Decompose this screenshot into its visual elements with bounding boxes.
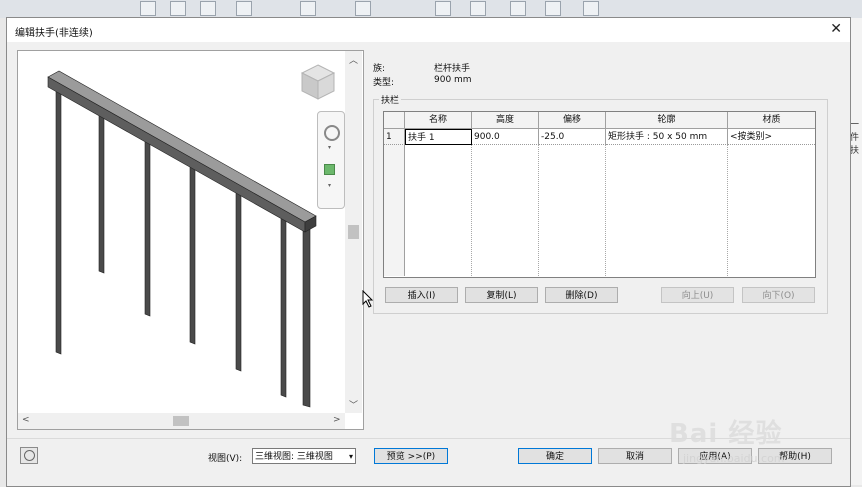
railing-post xyxy=(98,110,105,274)
ribbon-icon xyxy=(583,1,599,16)
baidu-watermark: Bai 经验 xyxy=(669,419,783,449)
navigation-bar: ▾ ▾ xyxy=(317,111,345,209)
grid-column-line xyxy=(605,145,606,276)
chevron-down-icon: ▾ xyxy=(348,452,353,461)
railing-post xyxy=(302,226,311,408)
family-value: 栏杆扶手 xyxy=(434,64,471,74)
column-header-offset[interactable]: 偏移 xyxy=(539,112,606,129)
scroll-right-arrow-icon[interactable]: > xyxy=(333,415,341,425)
scroll-left-arrow-icon[interactable]: < xyxy=(22,415,30,425)
horizontal-scroll-thumb[interactable] xyxy=(173,416,189,426)
scroll-down-arrow-icon[interactable]: ﹀ xyxy=(349,398,358,411)
ribbon-icon xyxy=(355,1,371,16)
grid-column-line xyxy=(471,145,472,276)
edit-railing-dialog: 编辑扶手(非连续) ✕ ▾ ▾ ︿ ﹀ < > 族: 栏杆扶手 类型: 900 … xyxy=(6,17,851,487)
ok-button[interactable]: 确定 xyxy=(518,448,592,464)
ribbon-icon xyxy=(236,1,252,16)
baidu-watermark-url: jingyan.baidu.com xyxy=(683,452,785,465)
cell-material[interactable]: <按类别> xyxy=(728,129,815,145)
chevron-down-icon[interactable]: ▾ xyxy=(328,182,331,189)
railing-post xyxy=(144,136,151,317)
column-header-height[interactable]: 高度 xyxy=(472,112,539,129)
railing-post xyxy=(55,86,62,355)
grid-column-line xyxy=(727,145,728,276)
preview-horizontal-scrollbar[interactable]: < > xyxy=(18,413,345,429)
background-ribbon xyxy=(0,0,862,18)
type-label: 类型: xyxy=(373,78,395,88)
steering-wheel-icon[interactable] xyxy=(324,125,340,141)
view-select[interactable]: 三维视图: 三维视图 ▾ xyxy=(252,448,356,464)
insert-button[interactable]: 插入(I) xyxy=(385,287,458,303)
cell-name[interactable]: 扶手 1 xyxy=(405,129,472,145)
chevron-down-icon[interactable]: ▾ xyxy=(328,144,331,151)
view-label: 视图(V): xyxy=(208,454,243,464)
ribbon-icon xyxy=(200,1,216,16)
delete-button[interactable]: 删除(D) xyxy=(545,287,618,303)
type-value: 900 mm xyxy=(434,75,472,85)
ribbon-icon xyxy=(300,1,316,16)
move-up-button[interactable]: 向上(U) xyxy=(661,287,734,303)
railing-post xyxy=(189,162,196,345)
vertical-scroll-thumb[interactable] xyxy=(348,225,359,239)
preview-toggle-icon[interactable] xyxy=(20,447,38,464)
column-header-material[interactable]: 材质 xyxy=(728,112,815,129)
railing-3d-preview xyxy=(47,70,317,408)
top-rail-top-face xyxy=(47,70,317,223)
top-rail-side-face xyxy=(47,76,306,233)
preview-button[interactable]: 预览 >>(P) xyxy=(374,448,448,464)
row-header-column xyxy=(384,129,405,276)
zoom-icon[interactable] xyxy=(324,164,335,175)
rails-table[interactable]: 名称 高度 偏移 轮廓 材质 1 扶手 1 900.0 -25.0 矩形扶手 :… xyxy=(383,111,816,278)
view-select-value: 三维视图: 三维视图 xyxy=(255,452,333,462)
corner-header xyxy=(384,112,405,129)
scroll-up-arrow-icon[interactable]: ︿ xyxy=(349,53,358,66)
ribbon-icon xyxy=(170,1,186,16)
mouse-cursor-icon xyxy=(362,290,374,308)
family-label: 族: xyxy=(373,64,386,74)
dialog-titlebar: 编辑扶手(非连续) ✕ xyxy=(7,18,850,42)
ribbon-icon xyxy=(545,1,561,16)
preview-vertical-scrollbar[interactable]: ︿ ﹀ xyxy=(345,51,362,413)
ribbon-icon xyxy=(435,1,451,16)
copy-button[interactable]: 复制(L) xyxy=(465,287,538,303)
grid-column-line xyxy=(538,145,539,276)
column-header-name[interactable]: 名称 xyxy=(405,112,472,129)
cell-height[interactable]: 900.0 xyxy=(472,129,539,145)
move-down-button[interactable]: 向下(O) xyxy=(742,287,815,303)
cell-profile[interactable]: 矩形扶手 : 50 x 50 mm xyxy=(606,129,728,145)
viewcube-icon[interactable] xyxy=(298,61,338,101)
close-button[interactable]: ✕ xyxy=(830,21,842,37)
cell-offset[interactable]: -25.0 xyxy=(539,129,606,145)
row-index: 1 xyxy=(384,129,405,145)
rails-group-title: 扶栏 xyxy=(379,93,402,106)
cancel-button[interactable]: 取消 xyxy=(598,448,672,464)
dialog-title: 编辑扶手(非连续) xyxy=(15,28,93,39)
railing-post xyxy=(235,188,242,372)
ribbon-icon xyxy=(470,1,486,16)
preview-pane[interactable]: ▾ ▾ ︿ ﹀ < > xyxy=(17,50,364,430)
ribbon-icon xyxy=(140,1,156,16)
railing-post xyxy=(280,214,287,398)
ribbon-icon xyxy=(510,1,526,16)
column-header-profile[interactable]: 轮廓 xyxy=(606,112,728,129)
